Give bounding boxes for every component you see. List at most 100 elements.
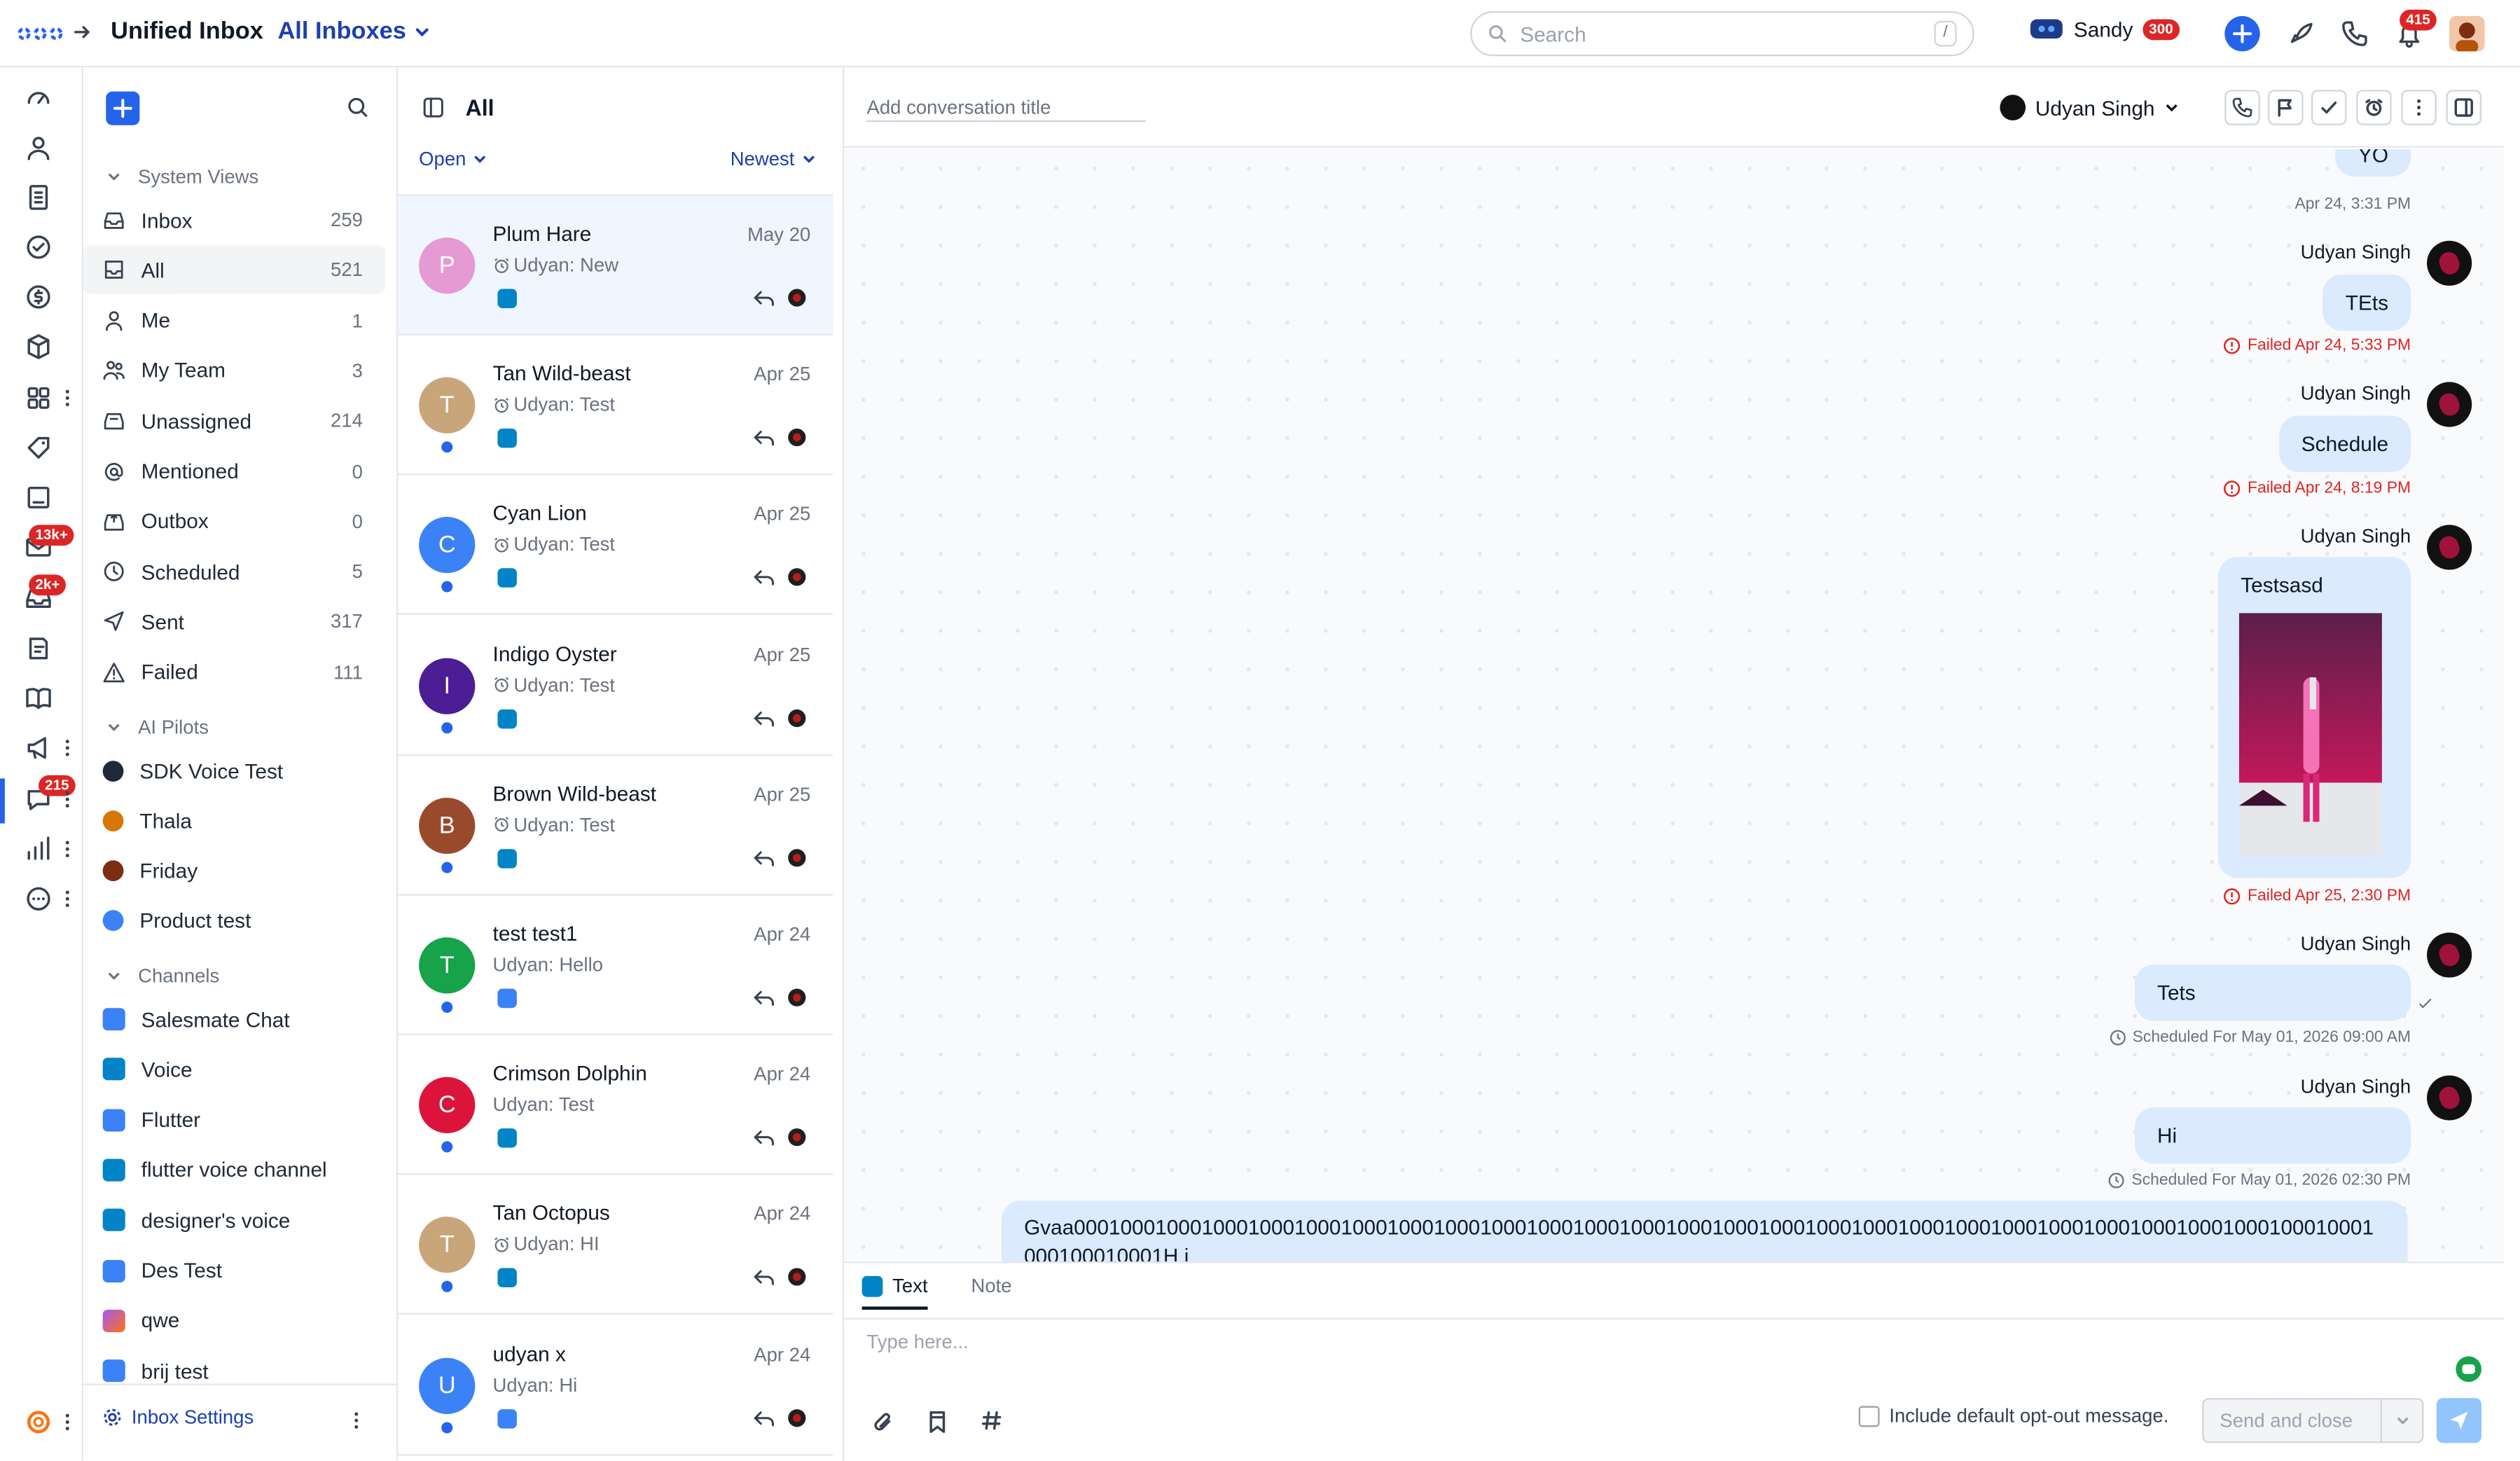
channel-item[interactable]: Voice <box>83 1046 385 1094</box>
phone-icon[interactable] <box>2340 20 2369 48</box>
sidebar-item-me[interactable]: Me 1 <box>83 296 385 345</box>
tag-icon[interactable] <box>24 434 53 462</box>
channel-item[interactable]: Flutter <box>83 1095 385 1144</box>
reply-icon[interactable] <box>753 1408 775 1428</box>
reply-icon[interactable] <box>753 1128 775 1148</box>
dashboard-icon[interactable] <box>24 83 53 112</box>
assignee-dropdown[interactable]: Udyan Singh <box>2000 95 2180 120</box>
search-box[interactable]: Search / <box>1470 11 1974 57</box>
reply-icon[interactable] <box>753 709 775 728</box>
help-more-icon[interactable] <box>64 1413 71 1432</box>
deals-icon[interactable] <box>24 282 53 311</box>
app-logo-icon[interactable] <box>16 18 64 50</box>
channels-header[interactable]: Channels <box>106 964 219 987</box>
contacts-icon[interactable] <box>24 133 53 162</box>
channel-item[interactable]: designer's voice <box>83 1196 385 1245</box>
conversation-item[interactable]: C Crimson Dolphin Apr 24 Udyan: Test <box>398 1036 833 1175</box>
status-filter[interactable]: Open <box>419 148 488 170</box>
campaigns-icon[interactable] <box>24 733 53 762</box>
channel-item[interactable]: flutter voice channel <box>83 1146 385 1194</box>
more-icon[interactable] <box>24 885 53 913</box>
campaigns-more-icon[interactable] <box>64 738 71 758</box>
sidebar-more-icon[interactable] <box>353 1411 359 1430</box>
reply-icon[interactable] <box>753 289 775 309</box>
rocket-icon[interactable] <box>2285 20 2314 48</box>
notifications-button[interactable]: 415 <box>2395 9 2437 48</box>
sidebar-item-outbox[interactable]: Outbox 0 <box>83 497 385 546</box>
optout-checkbox[interactable]: Include default opt-out message. <box>1858 1404 2168 1427</box>
help-icon[interactable] <box>24 1408 53 1436</box>
channel-item[interactable]: Des Test <box>83 1247 385 1295</box>
attachment-icon[interactable] <box>871 1411 894 1433</box>
conversation-title-input[interactable]: Add conversation title <box>866 97 1147 123</box>
sort-dropdown[interactable]: Newest <box>731 148 817 170</box>
send-button[interactable] <box>2436 1398 2481 1443</box>
tab-note[interactable]: Note <box>971 1275 1011 1297</box>
more-actions-button[interactable] <box>2401 90 2437 125</box>
resolve-button[interactable] <box>2311 90 2347 125</box>
send-and-close-button[interactable]: Send and close <box>2202 1398 2424 1443</box>
profile-avatar[interactable] <box>2449 15 2485 52</box>
apps-icon[interactable] <box>24 384 53 413</box>
chat-more-icon[interactable] <box>64 790 71 810</box>
reply-icon[interactable] <box>753 429 775 448</box>
add-button[interactable] <box>2224 15 2260 52</box>
ai-pilot-item[interactable]: Friday <box>83 847 385 895</box>
products-icon[interactable] <box>24 332 53 361</box>
message-thread[interactable]: YO Apr 24, 3:31 PM Udyan Singh TEts Fail… <box>844 149 2505 1328</box>
reply-icon[interactable] <box>753 569 775 588</box>
send-options-dropdown[interactable] <box>2380 1399 2423 1441</box>
sidebar-item-scheduled[interactable]: Scheduled 5 <box>83 548 385 596</box>
more-menu-icon[interactable] <box>64 889 71 909</box>
reports-more-icon[interactable] <box>64 840 71 859</box>
sidebar-item-unassigned[interactable]: Unassigned 214 <box>83 396 385 445</box>
hashtag-icon[interactable] <box>981 1409 1003 1432</box>
channel-item[interactable]: Salesmate Chat <box>83 995 385 1044</box>
conversation-item[interactable]: Uudyan x Apr 24 Udyan: Hi <box>398 1315 833 1455</box>
conversation-item[interactable]: Ttest test1 Apr 24 Udyan: Hello <box>398 896 833 1036</box>
details-panel-button[interactable] <box>2446 90 2481 125</box>
inbox-settings-link[interactable]: Inbox Settings <box>103 1406 254 1429</box>
grammar-icon[interactable] <box>2456 1356 2481 1383</box>
conversation-item[interactable]: I Indigo Oyster Apr 25 Udyan: Test <box>398 616 833 756</box>
bookmark-icon[interactable] <box>926 1409 948 1435</box>
sidebar-item-all[interactable]: All 521 <box>83 246 386 295</box>
sidebar-item-sent[interactable]: Sent 317 <box>83 597 385 646</box>
sidebar-search-icon[interactable] <box>347 97 369 119</box>
knowledge-base-icon[interactable] <box>24 684 53 712</box>
checkbox[interactable] <box>1858 1405 1880 1427</box>
ai-pilot-item[interactable]: SDK Voice Test <box>83 747 385 795</box>
flag-button[interactable] <box>2268 90 2304 125</box>
message-image[interactable] <box>2238 613 2382 856</box>
call-button[interactable] <box>2224 90 2260 125</box>
reply-icon[interactable] <box>753 849 775 868</box>
panel-toggle-icon[interactable] <box>422 97 445 119</box>
apps-more-icon[interactable] <box>64 389 71 408</box>
compose-button[interactable] <box>106 91 140 125</box>
conversation-item[interactable]: T Tan Wild-beast Apr 25 Udyan: Test <box>398 335 833 476</box>
ai-pilots-header[interactable]: AI Pilots <box>106 716 209 738</box>
sidebar-item-inbox[interactable]: Inbox 259 <box>83 196 385 244</box>
reply-icon[interactable] <box>753 1268 775 1288</box>
message-input[interactable] <box>866 1330 2312 1353</box>
conversation-item[interactable]: T Tan Octopus Apr 24 Udyan: HI <box>398 1175 833 1315</box>
reply-icon[interactable] <box>753 989 775 1009</box>
ai-pilot-item[interactable]: Thala <box>83 796 385 845</box>
conversation-item[interactable]: B Brown Wild-beast Apr 25 Udyan: Test <box>398 756 833 896</box>
sequences-icon[interactable] <box>24 634 53 663</box>
channel-item[interactable]: qwe <box>83 1296 385 1345</box>
ai-pilot-item[interactable]: Product test <box>83 897 385 946</box>
companies-icon[interactable] <box>24 183 53 212</box>
conversation-item[interactable]: P Plum Hare May 20 Udyan: New <box>398 195 833 335</box>
reports-icon[interactable] <box>24 835 53 864</box>
sidebar-item-my-team[interactable]: My Team 3 <box>83 347 385 395</box>
notes-icon[interactable] <box>24 483 53 512</box>
conversation-item[interactable]: C Cyan Lion Apr 25 Udyan: Test <box>398 476 833 616</box>
snooze-button[interactable] <box>2356 90 2392 125</box>
system-views-header[interactable]: System Views <box>106 165 258 188</box>
tab-text[interactable]: Text <box>861 1275 928 1310</box>
channel-item[interactable]: brij test <box>83 1347 385 1395</box>
inbox-switcher[interactable]: All Inboxes <box>277 18 431 45</box>
collapse-arrow-icon[interactable] <box>72 22 92 42</box>
tasks-icon[interactable] <box>24 233 53 261</box>
